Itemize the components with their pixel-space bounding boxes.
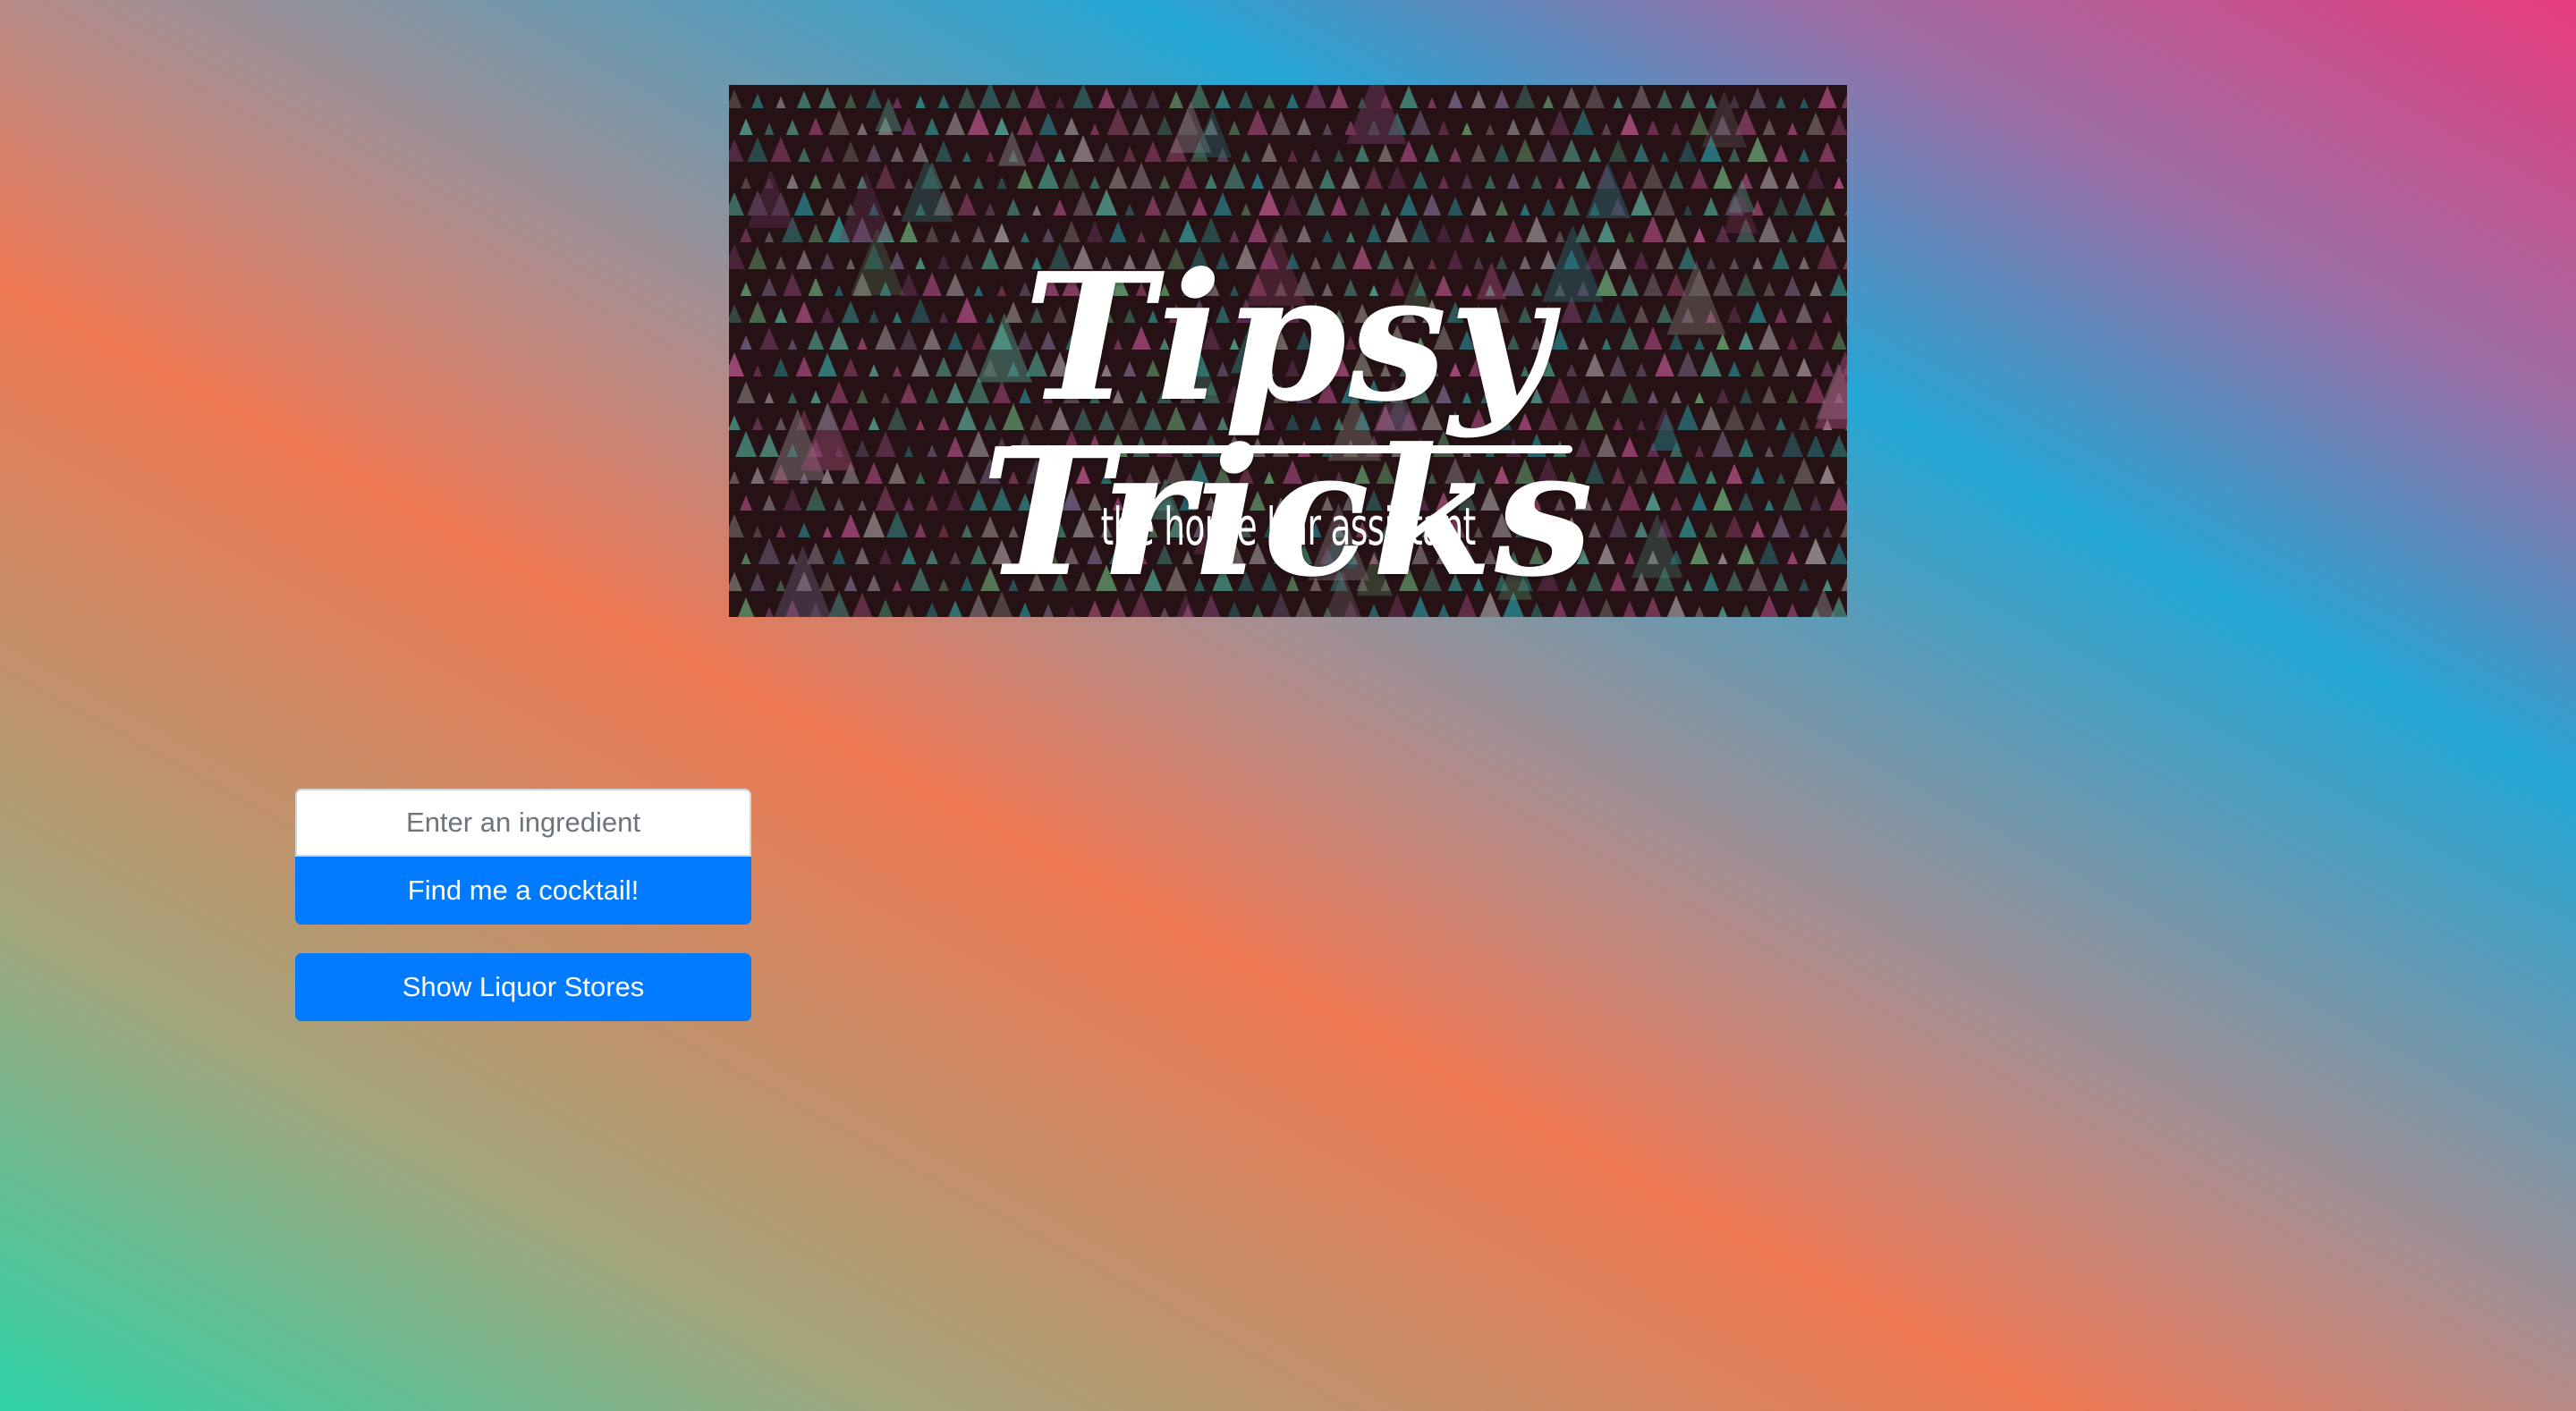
tipsy-tricks-banner: Tipsy Tricks the home bar assistant bbox=[729, 85, 1847, 617]
cocktail-search-form: Find me a cocktail! Show Liquor Stores bbox=[295, 789, 751, 1021]
show-liquor-stores-button[interactable]: Show Liquor Stores bbox=[295, 953, 751, 1021]
logo-subtitle: the home bar assistant bbox=[1100, 496, 1477, 557]
find-cocktail-button[interactable]: Find me a cocktail! bbox=[295, 857, 751, 925]
ingredient-input[interactable] bbox=[295, 789, 751, 857]
logo-underline bbox=[1009, 445, 1572, 453]
